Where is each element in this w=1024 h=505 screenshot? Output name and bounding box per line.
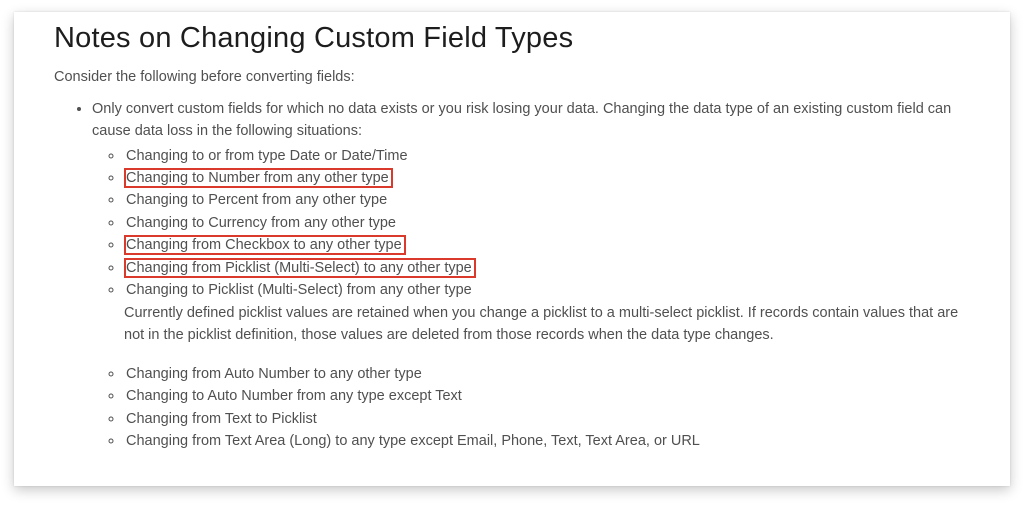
item-text: Changing from Checkbox to any other type: [124, 235, 406, 255]
intro-text: Consider the following before converting…: [54, 69, 974, 85]
outer-list: Only convert custom fields for which no …: [54, 99, 974, 453]
item-text: Changing from Picklist (Multi-Select) to…: [124, 258, 476, 278]
item-text: Changing to Currency from any other type: [124, 213, 400, 233]
item-text: Changing to Auto Number from any type ex…: [124, 386, 466, 406]
main-bullet-text: Only convert custom fields for which no …: [92, 101, 951, 139]
main-bullet: Only convert custom fields for which no …: [92, 99, 974, 453]
item-text: Changing to Number from any other type: [124, 168, 393, 188]
item-text: Changing to or from type Date or Date/Ti…: [124, 146, 412, 166]
item-text: Changing from Text Area (Long) to any ty…: [124, 431, 704, 451]
item-text: Changing from Auto Number to any other t…: [124, 364, 426, 384]
list-item: Changing to or from type Date or Date/Ti…: [124, 145, 974, 167]
list-item-highlighted: Changing from Picklist (Multi-Select) to…: [124, 257, 974, 279]
item-text: Changing to Picklist (Multi-Select) from…: [124, 280, 476, 300]
list-item: Changing to Currency from any other type: [124, 212, 974, 234]
item-extra-text: Currently defined picklist values are re…: [124, 302, 974, 347]
list-gap: [124, 347, 974, 363]
list-item-highlighted: Changing to Number from any other type: [124, 167, 974, 189]
inner-list: Changing to or from type Date or Date/Ti…: [92, 145, 974, 453]
list-item: Changing from Text Area (Long) to any ty…: [124, 430, 974, 452]
list-item: Changing to Percent from any other type: [124, 189, 974, 211]
list-item: Changing to Auto Number from any type ex…: [124, 385, 974, 407]
list-item: Changing to Picklist (Multi-Select) from…: [124, 279, 974, 346]
document-card: Notes on Changing Custom Field Types Con…: [14, 12, 1010, 486]
list-item: Changing from Text to Picklist: [124, 408, 974, 430]
list-item: Changing from Auto Number to any other t…: [124, 363, 974, 385]
item-text: Changing to Percent from any other type: [124, 190, 391, 210]
page-title: Notes on Changing Custom Field Types: [54, 22, 974, 55]
item-text: Changing from Text to Picklist: [124, 409, 321, 429]
list-item-highlighted: Changing from Checkbox to any other type: [124, 234, 974, 256]
